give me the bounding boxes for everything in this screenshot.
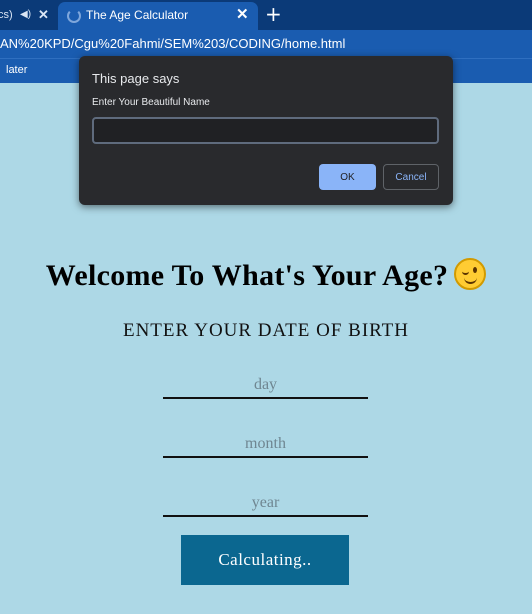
month-input[interactable] xyxy=(163,432,368,458)
url-text[interactable]: AN%20KPD/Cgu%20Fahmi/SEM%203/CODING/home… xyxy=(0,36,345,51)
address-bar[interactable]: AN%20KPD/Cgu%20Fahmi/SEM%203/CODING/home… xyxy=(0,30,532,58)
tab-title: The Age Calculator xyxy=(86,8,189,22)
year-input[interactable] xyxy=(163,491,368,517)
page-title: Welcome To What's Your Age? xyxy=(0,258,532,293)
previous-tab[interactable]: cs) ◀) ✕ xyxy=(0,0,58,30)
speaker-icon[interactable]: ◀) xyxy=(20,0,31,30)
close-icon[interactable]: ✕ xyxy=(236,5,249,23)
tab-age-calculator[interactable]: The Age Calculator ✕ xyxy=(58,2,258,30)
previous-tab-title: cs) xyxy=(0,9,13,21)
prompt-dialog: This page says Enter Your Beautiful Name… xyxy=(79,56,453,205)
page-title-text: Welcome To What's Your Age? xyxy=(45,259,449,292)
dialog-title: This page says xyxy=(92,71,180,86)
date-of-birth-heading: ENTER YOUR DATE OF BIRTH xyxy=(122,320,410,341)
loading-spinner-icon xyxy=(67,9,81,23)
bookmark-item[interactable]: later xyxy=(6,64,27,76)
ok-button[interactable]: OK xyxy=(319,164,376,190)
new-tab-button[interactable]: + xyxy=(265,2,282,26)
calculate-button[interactable]: Calculating.. xyxy=(181,535,349,585)
cancel-button[interactable]: Cancel xyxy=(383,164,439,190)
tab-bar: cs) ◀) ✕ The Age Calculator ✕ + xyxy=(0,0,532,30)
dialog-message: Enter Your Beautiful Name xyxy=(92,97,210,108)
winking-face-icon xyxy=(454,258,487,290)
day-input[interactable] xyxy=(163,373,368,399)
name-input[interactable] xyxy=(92,117,439,144)
close-icon[interactable]: ✕ xyxy=(38,0,49,30)
